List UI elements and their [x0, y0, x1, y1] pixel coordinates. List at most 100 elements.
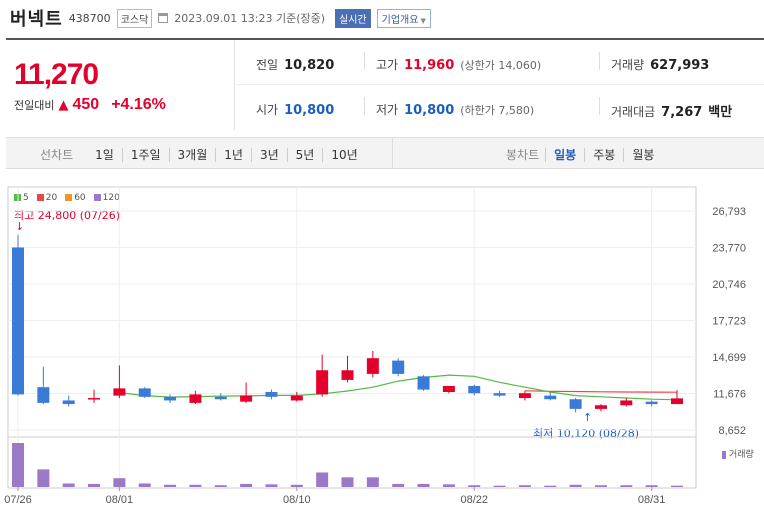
plot-frame — [7, 186, 697, 489]
candle-body — [544, 395, 557, 400]
period-1w[interactable]: 1주일 — [121, 147, 169, 162]
volume-bar — [265, 484, 278, 487]
stat-high: 고가 11,960 (상한가 14,060) — [376, 56, 541, 73]
volume-bar — [88, 483, 101, 487]
candle-body — [62, 400, 75, 405]
candle-body — [341, 370, 354, 380]
calendar-icon — [158, 13, 169, 23]
change-row: 전일대비 ▲ 450 +4.16% — [14, 96, 166, 114]
period-5y[interactable]: 5년 — [286, 147, 323, 162]
stat-label: 시가 — [256, 103, 279, 117]
stat-divider — [364, 52, 365, 70]
stock-code: 438700 — [68, 11, 111, 25]
volume-bar — [671, 485, 683, 487]
period-weekly[interactable]: 주봉 — [584, 147, 623, 162]
period-3y[interactable]: 3년 — [250, 147, 287, 162]
volume-bar — [12, 443, 24, 487]
stat-trade-amount: 거래대금 7,267 백만 — [611, 101, 732, 120]
period-monthly[interactable]: 월봉 — [623, 147, 662, 162]
volume-bar — [392, 483, 405, 487]
candle-chart-periods: 봉차트 일봉 주봉 월봉 — [506, 146, 662, 163]
candle-body — [468, 385, 481, 394]
price-chart[interactable]: 26,793 23,770 20,746 17,723 14,699 11,676 8,65… — [0, 185, 764, 513]
stat-divider — [599, 97, 600, 115]
volume-bar — [290, 484, 303, 487]
volume-bar — [594, 485, 607, 487]
candle-body — [392, 360, 405, 374]
upper-limit: (상한가 14,060) — [460, 59, 542, 72]
stats-row-2: 시가 10,800 저가 10,800 (하한가 7,580) 거래대금 7,2… — [236, 85, 764, 130]
stat-label: 고가 — [376, 58, 399, 72]
y-tick-label: 17,723 — [712, 315, 746, 327]
current-price: 11,270 — [14, 58, 99, 91]
volume-bar — [214, 485, 227, 487]
realtime-button[interactable]: 실시간 — [335, 8, 371, 28]
stat-value: 11,960 — [404, 58, 455, 73]
stat-value: 10,800 — [404, 103, 455, 118]
period-daily[interactable]: 일봉 — [545, 147, 584, 162]
y-tick-label: 26,793 — [712, 206, 746, 218]
candle-body — [493, 393, 506, 396]
market-badge: 코스닥 — [116, 8, 153, 28]
stat-label: 저가 — [376, 103, 399, 117]
volume-bar — [189, 484, 202, 487]
candle-body — [138, 388, 151, 397]
change-percent: +4.16% — [111, 96, 166, 113]
y-tick-label: 11,676 — [713, 388, 746, 400]
stock-header: 버넥트 438700 코스닥 2023.09.01 13:23 기준(장중) 실… — [10, 6, 431, 30]
stat-value: 627,993 — [650, 58, 710, 73]
y-tick-label: 8,652 — [718, 425, 746, 437]
candle-body — [518, 393, 531, 399]
x-tick-label: 07/26 — [4, 494, 32, 506]
candle-body — [594, 405, 607, 409]
period-10y[interactable]: 10년 — [322, 147, 365, 162]
volume-bar — [164, 484, 177, 487]
stat-divider — [364, 97, 365, 115]
volume-bar — [366, 477, 379, 487]
volume-bar — [341, 477, 354, 487]
period-1d[interactable]: 1일 — [87, 148, 122, 162]
candle-body — [113, 388, 126, 396]
stats-row-1: 전일 10,820 고가 11,960 (상한가 14,060) 거래량 627… — [236, 40, 764, 85]
line-chart-periods: 선차트 1일 1주일 3개월 1년 3년 5년 10년 — [40, 146, 366, 163]
company-info-button[interactable]: 기업개요 ▼ — [376, 8, 431, 28]
company-info-label: 기업개요 — [381, 14, 419, 26]
stat-label: 거래량 — [611, 58, 645, 72]
candle-body — [164, 396, 177, 401]
x-tick-label: 08/22 — [460, 494, 488, 506]
x-tick-label: 08/10 — [283, 494, 311, 506]
price-stats: 전일 10,820 고가 11,960 (상한가 14,060) 거래량 627… — [236, 40, 764, 130]
stat-low: 저가 10,800 (하한가 7,580) — [376, 101, 534, 118]
x-tick-label: 08/01 — [106, 494, 134, 506]
period-3m[interactable]: 3개월 — [168, 147, 216, 162]
volume-bar — [493, 485, 506, 487]
stock-name: 버넥트 — [10, 9, 63, 30]
volume-bar — [442, 484, 455, 487]
ma5-line — [119, 374, 678, 401]
candle-body — [12, 247, 24, 395]
volume-bar — [316, 472, 329, 487]
y-tick-label: 23,770 — [712, 242, 746, 254]
candle-body — [240, 395, 253, 402]
candle-body — [645, 401, 658, 405]
stat-unit: 백만 — [708, 105, 733, 120]
volume-bar — [544, 485, 557, 487]
period-1y[interactable]: 1년 — [215, 147, 251, 162]
change-value: 450 — [72, 96, 100, 113]
candle-body — [214, 396, 227, 400]
candle-body — [290, 395, 303, 401]
candle-body — [620, 400, 633, 406]
candle-body — [37, 387, 50, 403]
volume-bar — [62, 483, 75, 487]
quote-datetime: 2023.09.01 13:23 기준(장중) — [174, 12, 326, 25]
candle-chart-label: 봉차트 — [506, 148, 540, 162]
period-selector: 선차트 1일 1주일 3개월 1년 3년 5년 10년 봉차트 일봉 주봉 월봉 — [6, 137, 764, 169]
volume-bar — [468, 485, 481, 487]
volume-bar — [645, 485, 658, 487]
stat-value: 7,267 — [661, 105, 703, 120]
volume-bar — [620, 485, 633, 487]
candle-body — [417, 376, 430, 390]
volume-bar — [138, 483, 151, 487]
volume-bar — [240, 483, 253, 487]
candle-body — [316, 370, 329, 395]
